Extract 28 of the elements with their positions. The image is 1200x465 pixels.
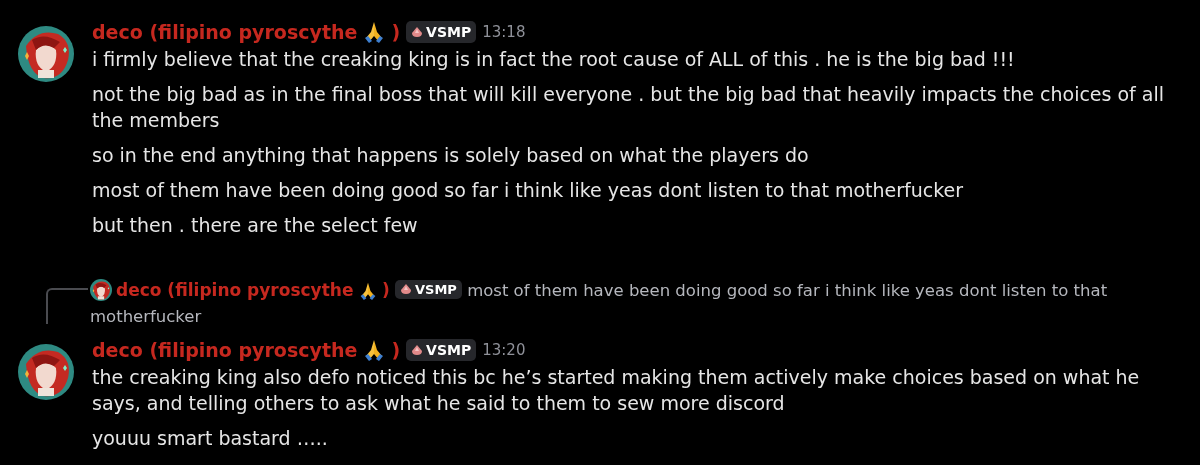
avatar[interactable] xyxy=(90,279,112,301)
username-paren: ) xyxy=(391,20,401,45)
message-text: so in the end anything that happens is solely based on what the players do xyxy=(92,143,810,168)
username: deco (filipino pyroscythe xyxy=(92,338,358,363)
username-paren: ) xyxy=(391,338,401,363)
gem-icon xyxy=(411,26,424,38)
message-text: i firmly believe that the creaking king is in fact the root cause of ALL of this . he is the big bad !!! xyxy=(92,47,1016,72)
avatar[interactable] xyxy=(18,344,74,400)
reply-quote: motherfucker xyxy=(90,306,203,328)
server-tag: VSMP xyxy=(395,279,462,299)
timestamp: 13:18 xyxy=(482,22,526,43)
username: deco (filipino pyroscythe xyxy=(92,20,358,45)
message-text: the creaking king also defo noticed this bc he’s started making them actively make choices based on what he says, and telling others to ask what he said to them to sew more discord xyxy=(92,365,1141,416)
server-tag: VSMP xyxy=(406,339,477,361)
message-text: most of them have been doing good so far i think like yeas dont listen to that motherfucker xyxy=(92,178,965,203)
message-text: youuu smart bastard ….. xyxy=(92,426,329,451)
gem-icon xyxy=(411,344,424,356)
message-text: not the big bad as in the final boss that will kill everyone . but the big bad that heavily impacts the choices of all the members xyxy=(92,82,1166,133)
server-tag: VSMP xyxy=(406,21,477,43)
praying-hands-icon xyxy=(358,281,377,301)
message-text: but then . there are the select few xyxy=(92,213,419,238)
avatar[interactable] xyxy=(18,26,74,82)
reply-connector xyxy=(46,288,88,324)
username-paren: ) xyxy=(381,280,390,300)
timestamp: 13:20 xyxy=(482,340,526,361)
username: deco (filipino pyroscythe xyxy=(116,280,354,300)
gem-icon xyxy=(400,283,412,295)
reply-quote: most of them have been doing good so far i think like yeas dont listen to that xyxy=(467,281,1108,300)
